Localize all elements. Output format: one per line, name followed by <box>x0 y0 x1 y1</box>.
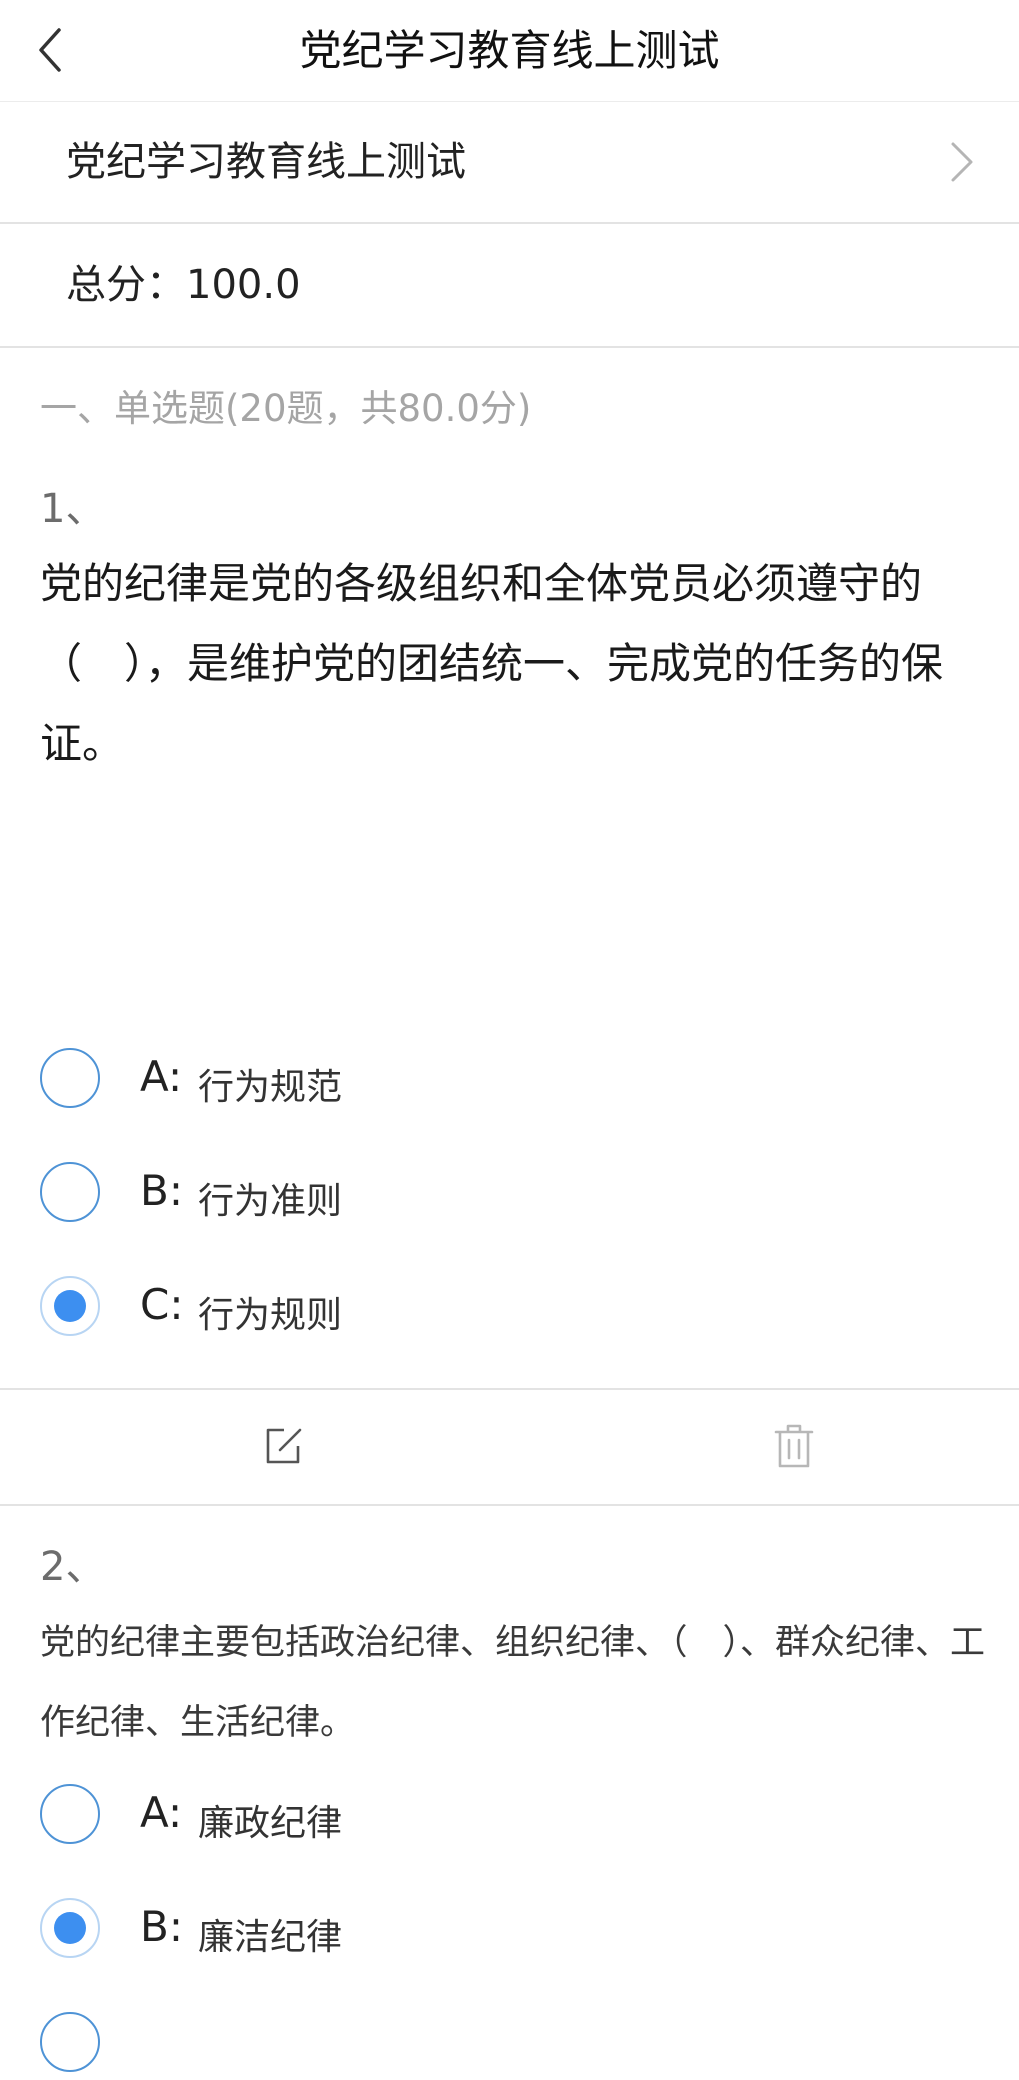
option-letter: C: <box>140 1280 184 1329</box>
option-letter: A: <box>140 1052 183 1101</box>
option-b[interactable]: B: 行为准则 <box>40 1158 940 1230</box>
option-letter: B: <box>140 1166 183 1215</box>
option-text: 行为准则 <box>198 1181 343 1222</box>
chevron-right-icon <box>951 142 973 182</box>
radio-checked[interactable] <box>40 1898 100 1958</box>
trash-icon <box>774 1424 814 1468</box>
nav-bar: 党纪学习教育线上测试 <box>0 0 1019 102</box>
total-score-label: 总分： <box>66 262 186 308</box>
radio-unchecked[interactable] <box>40 1048 100 1108</box>
option-a[interactable]: A: 廉政纪律 <box>40 1780 940 1852</box>
option-text: 行为规范 <box>198 1067 343 1108</box>
question-number: 2、 <box>40 1544 106 1590</box>
question-text: 党的纪律主要包括政治纪律、组织纪律、（ ）、群众纪律、工作纪律、生活纪律。 <box>40 1623 986 1743</box>
radio-unchecked[interactable] <box>40 2012 100 2072</box>
delete-button[interactable] <box>764 1416 824 1476</box>
edit-button[interactable] <box>254 1416 314 1476</box>
option-a[interactable]: A: 行为规范 <box>40 1044 940 1116</box>
radio-unchecked[interactable] <box>40 1162 100 1222</box>
option-text: 行为规则 <box>198 1295 343 1336</box>
total-score-value: 100.0 <box>186 262 301 308</box>
question-action-bar <box>0 1388 1019 1506</box>
question-number: 1、 <box>40 486 106 532</box>
question-text: 党的纪律是党的各级组织和全体党员必须遵守的（ ），是维护党的团结统一、完成党的任… <box>40 559 944 768</box>
exam-info-row[interactable]: 党纪学习教育线上测试 <box>0 102 1019 224</box>
page-title: 党纪学习教育线上测试 <box>299 26 720 75</box>
option-c-partial[interactable] <box>40 2008 940 2080</box>
option-letter: B: <box>140 1902 183 1951</box>
radio-checked[interactable] <box>40 1276 100 1336</box>
option-b[interactable]: B: 廉洁纪律 <box>40 1894 940 1966</box>
option-text: 廉洁纪律 <box>198 1917 343 1958</box>
option-letter: A: <box>140 1788 183 1837</box>
option-c[interactable]: C: 行为规则 <box>40 1272 940 1344</box>
exam-name: 党纪学习教育线上测试 <box>66 139 466 185</box>
total-score-row: 总分：100.0 <box>0 224 1019 348</box>
edit-icon <box>266 1428 302 1464</box>
total-score: 总分：100.0 <box>66 224 301 346</box>
radio-unchecked[interactable] <box>40 1784 100 1844</box>
option-text: 廉政纪律 <box>198 1803 343 1844</box>
section-heading: 一、单选题(20题，共80.0分) <box>40 387 532 430</box>
